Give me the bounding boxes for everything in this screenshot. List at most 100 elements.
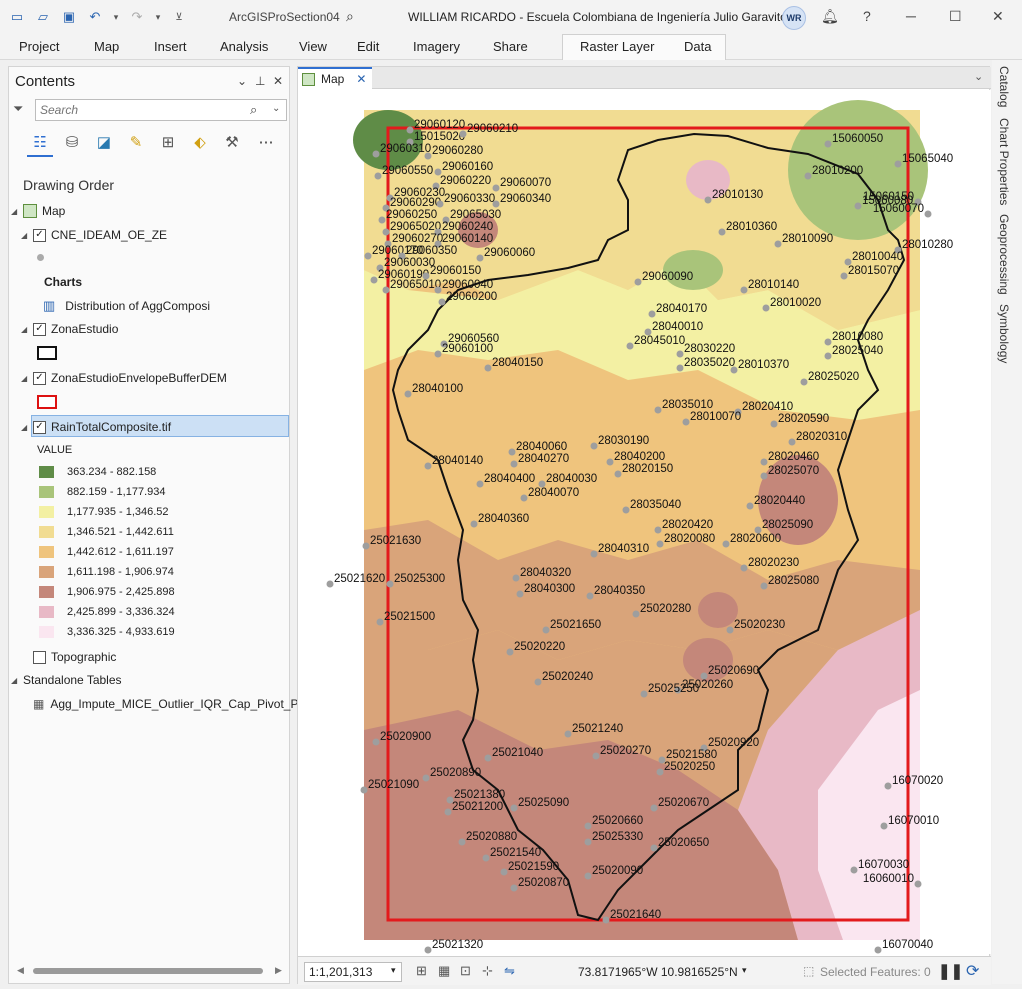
notification-bell-icon[interactable]: 🔔︎ [821,8,839,25]
station-point[interactable] [484,364,492,372]
collapse-icon[interactable]: ◢ [11,676,23,685]
station-point[interactable] [894,160,902,168]
search-dropdown-icon[interactable]: ⌄ [272,103,280,114]
station-point[interactable] [406,126,414,134]
station-point[interactable] [634,278,642,286]
station-point[interactable] [804,172,812,180]
station-point[interactable] [788,438,796,446]
station-point[interactable] [534,678,542,686]
undo-dropdown-icon[interactable]: ▾ [112,8,120,26]
station-point[interactable] [626,342,634,350]
list-by-drawing-order-icon[interactable]: ☷ [29,131,51,153]
standalone-tables-node[interactable]: ◢ Standalone Tables [11,670,122,690]
station-point[interactable] [722,540,730,548]
station-point[interactable] [584,822,592,830]
layer-visibility-checkbox[interactable] [33,650,46,664]
station-point[interactable] [422,774,430,782]
station-point[interactable] [824,352,832,360]
station-point[interactable] [874,946,882,954]
station-point[interactable] [648,310,656,318]
search-icon[interactable]: ⌕ [250,102,257,118]
station-point[interactable] [762,304,770,312]
station-point[interactable] [676,350,684,358]
list-by-labeling-icon[interactable]: ⬖ [189,131,211,153]
map-canvas[interactable]: 29060120 15015020 29060210 29060310 29060280… [298,90,991,954]
table-grid-icon[interactable]: ▦ [438,963,450,979]
layer-visibility-checkbox[interactable]: ✓ [33,420,46,434]
station-point[interactable] [512,574,520,582]
station-point[interactable] [506,648,514,656]
station-point[interactable] [740,564,748,572]
layer-visibility-checkbox[interactable]: ✓ [33,371,46,385]
station-point[interactable] [458,838,466,846]
station-point[interactable] [676,364,684,372]
list-by-perspective-icon[interactable]: ⚒ [221,131,243,153]
minimize-icon[interactable]: ─ [906,8,916,24]
station-point[interactable] [370,276,378,284]
station-point[interactable] [622,506,630,514]
station-point[interactable] [510,460,518,468]
station-point[interactable] [362,542,370,550]
station-point[interactable] [378,216,386,224]
station-point[interactable] [914,880,922,888]
tab-overflow-icon[interactable]: ⌄ [974,70,983,83]
pause-drawing-icon[interactable]: ❚❚ [938,962,963,980]
station-point[interactable] [760,582,768,590]
station-point[interactable] [880,822,888,830]
station-point[interactable] [438,298,446,306]
tab-insert[interactable]: Insert [154,39,187,54]
collapse-icon[interactable]: ◢ [11,207,23,216]
station-point[interactable] [510,804,518,812]
station-point[interactable] [374,172,382,180]
station-point[interactable] [602,916,610,924]
scroll-left-icon[interactable]: ◀ [17,965,24,976]
layer-visibility-checkbox[interactable]: ✓ [33,322,46,336]
more-options-icon[interactable]: ⋯ [255,131,277,153]
pane-close-icon[interactable]: ✕ [273,74,283,88]
tab-raster-layer[interactable]: Raster Layer [580,39,654,54]
station-point[interactable] [746,502,754,510]
station-point[interactable] [376,618,384,626]
open-folder-icon[interactable]: ▱ [34,8,52,26]
list-by-selection-icon[interactable]: ◪ [93,131,115,153]
station-point[interactable] [404,390,412,398]
table-item[interactable]: ▦ Agg_Impute_MICE_Outlier_IQR_Cap_Pivot_… [33,694,298,714]
station-point[interactable] [470,520,478,528]
map-tab-close-icon[interactable]: ✕ [356,72,366,86]
avatar[interactable]: WR [782,6,806,30]
scale-selector[interactable]: 1:1,201,313 ▾ [304,962,402,982]
station-point[interactable] [508,448,516,456]
maximize-icon[interactable]: ☐ [949,8,962,25]
tab-project[interactable]: Project [19,39,59,54]
station-point[interactable] [500,868,508,876]
station-point[interactable] [770,420,778,428]
station-point[interactable] [718,228,726,236]
station-point[interactable] [850,866,858,874]
station-point[interactable] [382,286,390,294]
refresh-icon[interactable]: ⟳ [966,961,979,981]
map-node[interactable]: ◢ Map [11,201,65,221]
station-point[interactable] [542,626,550,634]
station-point[interactable] [360,786,368,794]
station-point[interactable] [606,458,614,466]
station-point[interactable] [654,406,662,414]
customize-toolbar-icon[interactable]: ⊻ [170,8,188,26]
list-by-data-source-icon[interactable]: ⛁ [61,131,83,153]
coordinate-dropdown-icon[interactable]: ▾ [742,965,747,976]
station-point[interactable] [424,152,432,160]
flip-icon[interactable]: ⇋ [504,963,515,979]
tab-map-view[interactable]: Map ✕ [298,67,372,89]
station-point[interactable] [656,540,664,548]
list-by-snapping-icon[interactable]: ⊞ [157,131,179,153]
map-drawing[interactable]: 290601201501502029060210 29060310 29060280… [298,90,991,954]
grid-icon[interactable]: ⊞ [416,963,427,979]
tab-geoprocessing[interactable]: Geoprocessing [997,214,1011,295]
tab-map[interactable]: Map [94,39,119,54]
station-point[interactable] [726,626,734,634]
station-point[interactable] [654,526,662,534]
tab-data[interactable]: Data [684,39,711,54]
collapse-icon[interactable]: ◢ [21,231,33,240]
scroll-right-icon[interactable]: ▶ [275,965,282,976]
station-point[interactable] [424,946,432,954]
station-point[interactable] [884,782,892,790]
